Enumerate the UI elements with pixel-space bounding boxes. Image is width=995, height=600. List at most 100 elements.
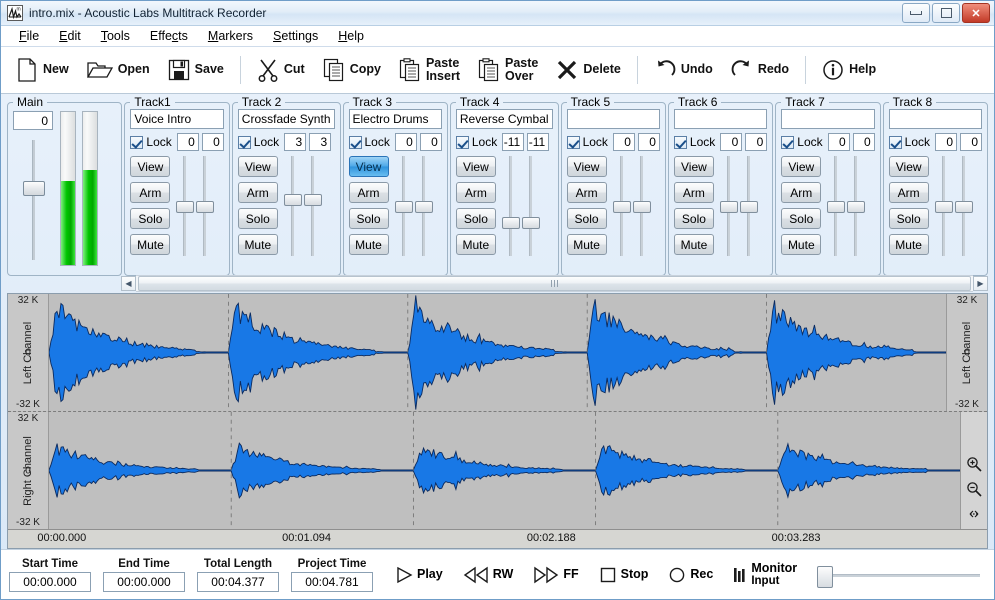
fader-thumb[interactable] bbox=[196, 201, 215, 213]
view-button[interactable]: View bbox=[130, 156, 171, 177]
view-button[interactable]: View bbox=[673, 156, 714, 177]
fader-thumb[interactable] bbox=[954, 201, 973, 213]
fader-thumb[interactable] bbox=[934, 201, 953, 213]
view-button[interactable]: View bbox=[781, 156, 822, 177]
close-button[interactable]: ✕ bbox=[962, 3, 990, 23]
menu-item-markers[interactable]: Markers bbox=[198, 27, 263, 45]
fader-thumb[interactable] bbox=[394, 201, 413, 213]
track-fader-left[interactable] bbox=[612, 156, 631, 256]
redo-button[interactable]: Redo bbox=[722, 56, 798, 84]
track-name-input[interactable] bbox=[673, 109, 768, 129]
zoom-out-icon[interactable] bbox=[965, 480, 983, 498]
solo-button[interactable]: Solo bbox=[237, 208, 278, 229]
stop-button[interactable]: Stop bbox=[595, 563, 653, 587]
zoom-in-icon[interactable] bbox=[965, 455, 983, 473]
lock-checkbox[interactable] bbox=[781, 135, 795, 149]
arm-button[interactable]: Arm bbox=[888, 182, 929, 203]
track-fader-right[interactable] bbox=[521, 156, 540, 256]
lock-checkbox[interactable] bbox=[673, 135, 687, 149]
new-button[interactable]: New bbox=[7, 55, 78, 85]
left-channel-canvas[interactable] bbox=[49, 294, 946, 411]
right-channel-canvas[interactable] bbox=[49, 412, 960, 529]
mute-button[interactable]: Mute bbox=[673, 234, 714, 255]
arm-button[interactable]: Arm bbox=[566, 182, 607, 203]
main-fader-thumb[interactable] bbox=[23, 180, 45, 196]
pan-right-field[interactable]: 0 bbox=[960, 133, 982, 151]
track-name-input[interactable] bbox=[888, 109, 982, 129]
pan-right-field[interactable]: 0 bbox=[201, 133, 224, 151]
mute-button[interactable]: Mute bbox=[237, 234, 278, 255]
track-name-input[interactable]: Electro Drums bbox=[348, 109, 442, 129]
track-name-input[interactable] bbox=[781, 109, 875, 129]
position-slider[interactable] bbox=[817, 562, 980, 588]
arm-button[interactable]: Arm bbox=[237, 182, 278, 203]
solo-button[interactable]: Solo bbox=[781, 208, 822, 229]
scrollbar-trough[interactable] bbox=[136, 274, 973, 292]
track-fader-left[interactable] bbox=[501, 156, 520, 256]
copy-button[interactable]: Copy bbox=[314, 55, 390, 85]
track-fader-left[interactable] bbox=[934, 156, 953, 256]
view-button[interactable]: View bbox=[348, 156, 389, 177]
fader-thumb[interactable] bbox=[521, 217, 540, 230]
track-fader-right[interactable] bbox=[303, 156, 322, 256]
pan-left-field[interactable]: 0 bbox=[720, 133, 743, 151]
track-fader-right[interactable] bbox=[196, 156, 215, 256]
pan-left-field[interactable]: -11 bbox=[502, 133, 525, 151]
cut-button[interactable]: Cut bbox=[248, 55, 314, 85]
fader-thumb[interactable] bbox=[847, 201, 866, 213]
total-length-value[interactable]: 00:04.377 bbox=[197, 571, 279, 592]
pan-left-field[interactable]: 0 bbox=[612, 133, 635, 151]
track-fader-right[interactable] bbox=[847, 156, 866, 256]
view-button[interactable]: View bbox=[888, 156, 929, 177]
fader-thumb[interactable] bbox=[414, 201, 433, 213]
track-fader-right[interactable] bbox=[414, 156, 433, 256]
rewind-button[interactable]: RW bbox=[459, 563, 518, 587]
fader-thumb[interactable] bbox=[739, 201, 758, 213]
track-fader-left[interactable] bbox=[719, 156, 738, 256]
mute-button[interactable]: Mute bbox=[566, 234, 607, 255]
fader-thumb[interactable] bbox=[283, 193, 302, 206]
fit-horizontal-icon[interactable] bbox=[965, 505, 983, 523]
pan-left-field[interactable]: 0 bbox=[394, 133, 417, 151]
track-name-input[interactable] bbox=[566, 109, 660, 129]
menu-item-settings[interactable]: Settings bbox=[263, 27, 328, 45]
track-fader-left[interactable] bbox=[827, 156, 846, 256]
arm-button[interactable]: Arm bbox=[130, 182, 171, 203]
fader-thumb[interactable] bbox=[303, 193, 322, 206]
position-slider-thumb[interactable] bbox=[817, 565, 834, 588]
fader-thumb[interactable] bbox=[612, 201, 631, 213]
mute-button[interactable]: Mute bbox=[781, 234, 822, 255]
pan-right-field[interactable]: -11 bbox=[527, 133, 550, 151]
mute-button[interactable]: Mute bbox=[130, 234, 171, 255]
undo-button[interactable]: Undo bbox=[645, 56, 722, 84]
end-time-value[interactable]: 00:00.000 bbox=[103, 571, 185, 592]
menu-item-edit[interactable]: Edit bbox=[49, 27, 91, 45]
fader-thumb[interactable] bbox=[827, 201, 846, 213]
pan-left-field[interactable]: 0 bbox=[827, 133, 850, 151]
save-button[interactable]: Save bbox=[159, 56, 233, 84]
track-fader-left[interactable] bbox=[394, 156, 413, 256]
record-button[interactable]: Rec bbox=[664, 563, 717, 587]
solo-button[interactable]: Solo bbox=[455, 208, 496, 229]
view-button[interactable]: View bbox=[237, 156, 278, 177]
track-fader-right[interactable] bbox=[739, 156, 758, 256]
arm-button[interactable]: Arm bbox=[673, 182, 714, 203]
fader-thumb[interactable] bbox=[719, 201, 738, 213]
pan-right-field[interactable]: 0 bbox=[419, 133, 442, 151]
mute-button[interactable]: Mute bbox=[455, 234, 496, 255]
delete-button[interactable]: Delete bbox=[547, 56, 630, 84]
menu-item-tools[interactable]: Tools bbox=[91, 27, 140, 45]
menu-item-help[interactable]: Help bbox=[328, 27, 374, 45]
main-fader[interactable] bbox=[23, 140, 45, 260]
minimize-button[interactable] bbox=[902, 3, 930, 23]
arm-button[interactable]: Arm bbox=[455, 182, 496, 203]
track-name-input[interactable]: Crossfade Synth bbox=[237, 109, 335, 129]
play-button[interactable]: Play bbox=[391, 563, 447, 587]
track-fader-left[interactable] bbox=[176, 156, 195, 256]
lock-checkbox[interactable] bbox=[455, 135, 469, 149]
maximize-button[interactable] bbox=[932, 3, 960, 23]
start-time-value[interactable]: 00:00.000 bbox=[9, 571, 91, 592]
mixer-scrollbar[interactable]: ◀ ▶ bbox=[121, 274, 988, 292]
lock-checkbox[interactable] bbox=[237, 135, 251, 149]
scrollbar-thumb[interactable] bbox=[138, 275, 971, 291]
